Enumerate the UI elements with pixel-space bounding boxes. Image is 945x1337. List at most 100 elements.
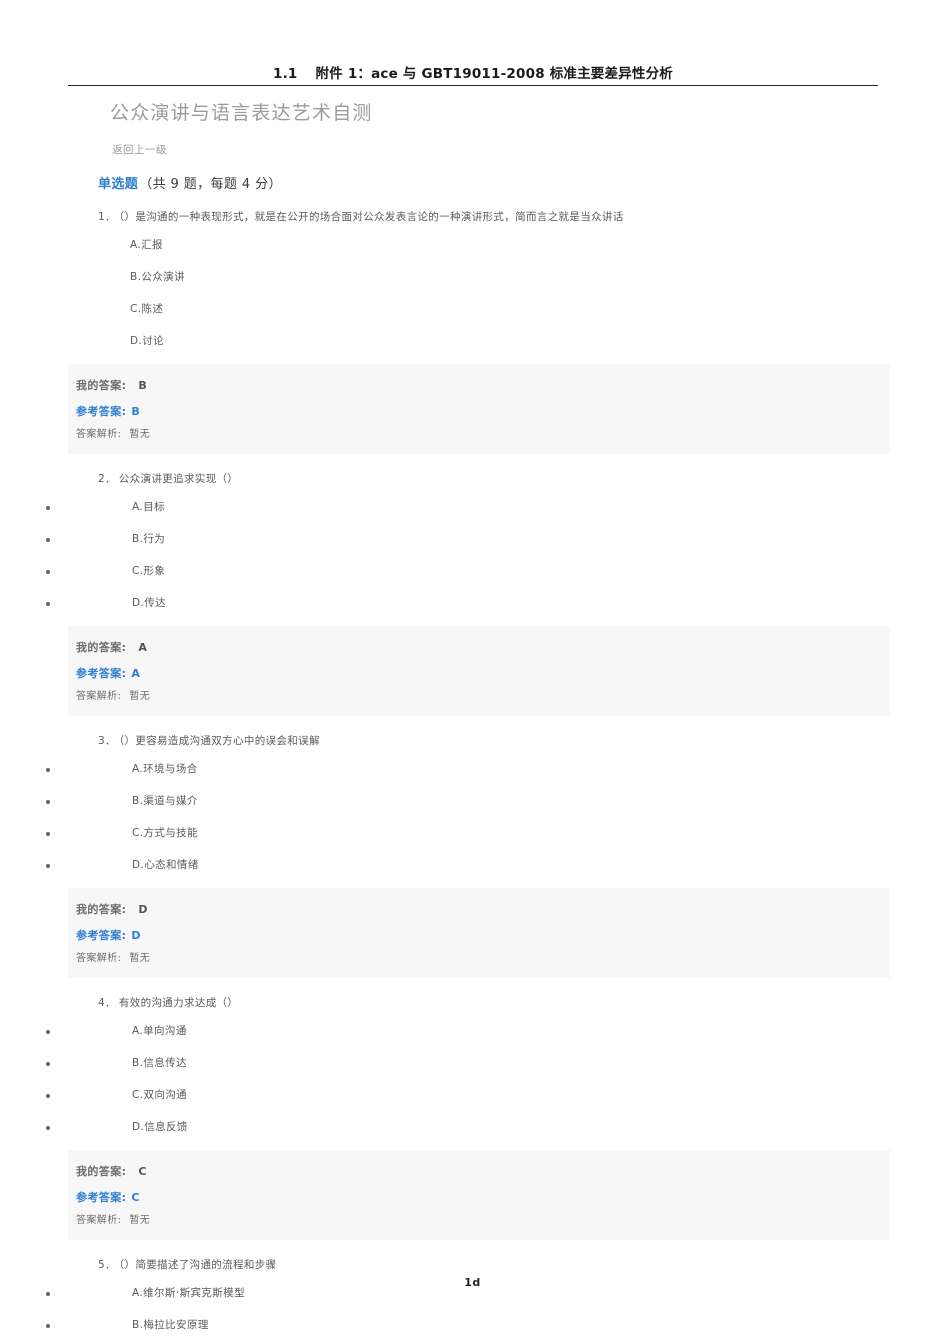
my-answer-value: C: [138, 1165, 147, 1178]
option-row[interactable]: D.传达: [0, 591, 945, 616]
explanation-row: 答案解析: 暂无: [68, 686, 890, 707]
option-row[interactable]: A.单向沟通: [0, 1019, 945, 1044]
reference-answer-label: 参考答案:: [76, 405, 127, 418]
explanation-label: 答案解析:: [76, 953, 122, 964]
reference-answer-label: 参考答案:: [76, 667, 127, 680]
reference-answer-value: C: [131, 1191, 140, 1204]
running-header-inner: 1.1 附件 1：ace 与 GBT19011-2008 标准主要差异性分析: [68, 62, 878, 82]
question-stem: 5． （）简要描述了沟通的流程和步骤: [98, 1256, 945, 1274]
option-row[interactable]: D.心态和情绪: [0, 853, 945, 878]
question-list: 1． （）是沟通的一种表现形式，就是在公开的场合面对公众发表言论的一种演讲形式，简…: [0, 208, 945, 1337]
question-text: （）更容易造成沟通双方心中的误会和误解: [118, 735, 320, 747]
option-label: C.双向沟通: [132, 1089, 188, 1101]
question-block: 3． （）更容易造成沟通双方心中的误会和误解 A.环境与场合 B.渠道与媒介 C.方式与…: [0, 732, 945, 978]
reference-answer-row: 参考答案: C: [68, 1187, 890, 1208]
option-label: B.信息传达: [132, 1057, 187, 1069]
bullet-icon: [46, 1292, 50, 1296]
reference-answer-value: A: [131, 667, 141, 680]
bullet-icon: [46, 538, 50, 542]
question-number: 4．: [98, 997, 116, 1009]
option-row[interactable]: B.梅拉比安原理: [0, 1313, 945, 1337]
my-answer-label: 我的答案:: [76, 379, 127, 392]
explanation-value: 暂无: [129, 1215, 151, 1226]
bullet-icon: [46, 1062, 50, 1066]
question-number: 5．: [98, 1259, 116, 1271]
option-label: C.陈述: [130, 303, 164, 315]
bullet-icon: [46, 602, 50, 606]
option-label: B.渠道与媒介: [132, 795, 198, 807]
back-to-parent-link[interactable]: 返回上一级: [112, 142, 167, 157]
explanation-row: 答案解析: 暂无: [68, 948, 890, 969]
explanation-label: 答案解析:: [76, 1215, 122, 1226]
bullet-icon: [46, 1030, 50, 1034]
option-label: C.形象: [132, 565, 166, 577]
question-text: （）是沟通的一种表现形式，就是在公开的场合面对公众发表言论的一种演讲形式，简而言…: [118, 211, 624, 223]
option-row[interactable]: B.渠道与媒介: [0, 789, 945, 814]
option-list: A.环境与场合 B.渠道与媒介 C.方式与技能 D.心态和情绪: [0, 757, 945, 878]
answer-panel: 我的答案: C 参考答案: C 答案解析: 暂无: [68, 1150, 890, 1240]
question-number: 3．: [98, 735, 116, 747]
reference-answer-label: 参考答案:: [76, 929, 127, 942]
option-row[interactable]: C.方式与技能: [0, 821, 945, 846]
explanation-label: 答案解析:: [76, 429, 122, 440]
question-stem: 2． 公众演讲更追求实现（）: [98, 470, 945, 488]
my-answer-value: D: [138, 903, 148, 916]
option-label: A.单向沟通: [132, 1025, 187, 1037]
option-row[interactable]: C.双向沟通: [0, 1083, 945, 1108]
back-link-wrap: 返回上一级: [0, 128, 945, 157]
answer-panel: 我的答案: D 参考答案: D 答案解析: 暂无: [68, 888, 890, 978]
bullet-icon: [46, 1324, 50, 1328]
section-type-label: 单选题: [98, 177, 139, 192]
explanation-row: 答案解析: 暂无: [68, 424, 890, 445]
option-row[interactable]: B.公众演讲: [0, 265, 945, 290]
option-row[interactable]: A.环境与场合: [0, 757, 945, 782]
my-answer-value: A: [138, 641, 148, 654]
question-text: （）简要描述了沟通的流程和步骤: [118, 1259, 277, 1271]
option-row[interactable]: C.形象: [0, 559, 945, 584]
running-header-number: 1.1: [273, 66, 298, 82]
reference-answer-label: 参考答案:: [76, 1191, 127, 1204]
option-label: A.环境与场合: [132, 763, 198, 775]
my-answer-label: 我的答案:: [76, 903, 127, 916]
option-row[interactable]: D.信息反馈: [0, 1115, 945, 1140]
option-row[interactable]: C.陈述: [0, 297, 945, 322]
option-row[interactable]: B.行为: [0, 527, 945, 552]
answer-panel: 我的答案: B 参考答案: B 答案解析: 暂无: [68, 364, 890, 454]
question-stem: 1． （）是沟通的一种表现形式，就是在公开的场合面对公众发表言论的一种演讲形式，简…: [98, 208, 945, 226]
option-label: D.讨论: [130, 335, 165, 347]
option-label: B.公众演讲: [130, 271, 185, 283]
option-row[interactable]: A.目标: [0, 495, 945, 520]
explanation-label: 答案解析:: [76, 691, 122, 702]
reference-answer-row: 参考答案: A: [68, 663, 890, 684]
running-header: 1.1 附件 1：ace 与 GBT19011-2008 标准主要差异性分析: [68, 62, 878, 86]
option-label: A.目标: [132, 501, 165, 513]
option-label: A.汇报: [130, 239, 163, 251]
question-block: 1． （）是沟通的一种表现形式，就是在公开的场合面对公众发表言论的一种演讲形式，简…: [0, 208, 945, 454]
option-row[interactable]: B.信息传达: [0, 1051, 945, 1076]
explanation-value: 暂无: [129, 691, 151, 702]
option-label: B.梅拉比安原理: [132, 1319, 209, 1331]
option-row[interactable]: A.汇报: [0, 233, 945, 258]
option-label: D.心态和情绪: [132, 859, 199, 871]
bullet-icon: [46, 864, 50, 868]
option-list: A.维尔斯·斯宾克斯模型B.梅拉比安原理C.乔哈里之窗D.需求层次理论: [0, 1281, 945, 1337]
explanation-value: 暂无: [129, 953, 151, 964]
quiz-content: 公众演讲与语言表达艺术自测 返回上一级 单选题（共 9 题，每题 4 分） 1．…: [0, 92, 945, 1337]
question-number: 1．: [98, 211, 116, 223]
option-row[interactable]: D.讨论: [0, 329, 945, 354]
bullet-icon: [46, 800, 50, 804]
question-stem: 4． 有效的沟通力求达成（）: [98, 994, 945, 1012]
question-text: 公众演讲更追求实现（）: [118, 473, 239, 485]
answer-panel: 我的答案: A 参考答案: A 答案解析: 暂无: [68, 626, 890, 716]
reference-answer-value: B: [131, 405, 141, 418]
my-answer-row: 我的答案: C: [68, 1161, 890, 1182]
my-answer-label: 我的答案:: [76, 1165, 127, 1178]
option-label: B.行为: [132, 533, 166, 545]
option-list: A.目标 B.行为 C.形象 D.传达: [0, 495, 945, 616]
option-label: D.传达: [132, 597, 167, 609]
reference-answer-row: 参考答案: B: [68, 401, 890, 422]
explanation-value: 暂无: [129, 429, 151, 440]
running-header-title: 附件 1：ace 与 GBT19011-2008 标准主要差异性分析: [315, 66, 673, 82]
my-answer-label: 我的答案:: [76, 641, 127, 654]
question-text: 有效的沟通力求达成（）: [118, 997, 239, 1009]
